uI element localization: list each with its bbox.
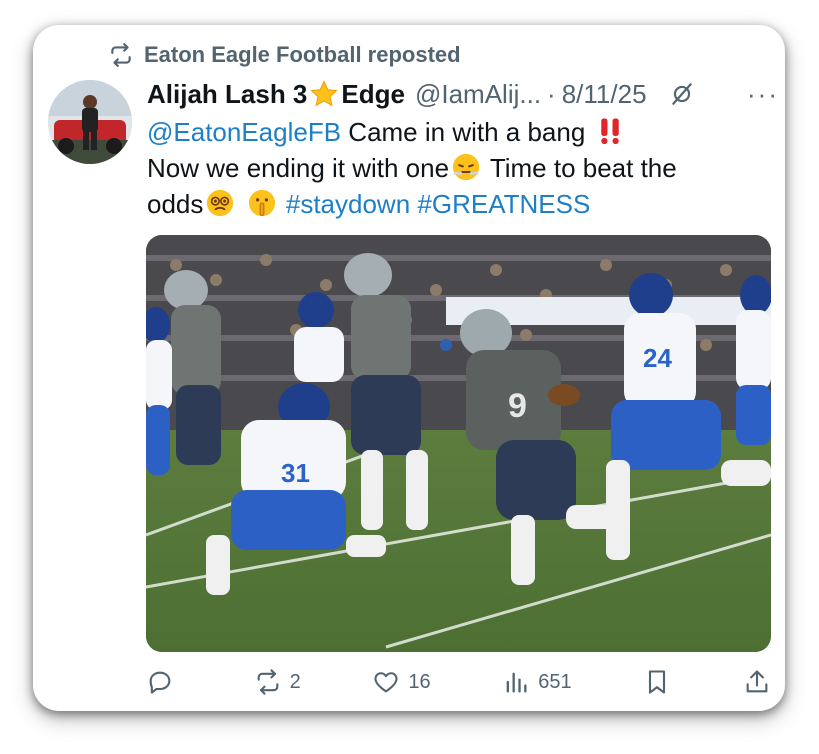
dizzy-face-emoji-icon [207,189,234,217]
author-name-suffix[interactable]: Edge [341,79,405,110]
tweet-text: @EatonEagleFB Came in with a bang Now we… [147,114,767,222]
shushing-face-emoji-icon [248,189,275,217]
avatar[interactable] [48,80,132,164]
heart-icon [374,672,398,693]
tweet-line-2-text: Now we ending it with one [147,153,450,183]
views-button[interactable]: 651 [502,668,572,696]
view-count: 651 [538,670,572,693]
share-icon [746,670,768,693]
repost-icon [111,43,131,67]
repost-count: 2 [289,670,301,693]
svg-text:31: 31 [281,458,310,488]
grok-icon[interactable] [669,81,695,107]
svg-text:24: 24 [643,343,672,373]
star-emoji-icon [310,80,339,107]
action-bar: 2 16 651 [146,662,771,702]
post-date[interactable]: 8/11/25 [562,79,647,110]
more-options-icon[interactable]: ··· [747,79,779,110]
reply-button[interactable] [146,668,182,696]
author-handle[interactable]: @IamAlij... [415,79,541,110]
steam-face-emoji-icon [452,153,480,181]
tweet-line-2-end: Time to beat the [483,153,677,183]
analytics-icon [506,672,527,693]
like-button[interactable]: 16 [372,668,431,696]
mention-link[interactable]: @EatonEagleFB [147,117,341,147]
hashtag-staydown[interactable]: #staydown [286,189,410,219]
like-count: 16 [408,670,431,693]
separator-dot: · [547,78,556,109]
repost-indicator: Eaton Eagle Football reposted [108,40,461,70]
bookmark-button[interactable] [643,668,671,696]
hashtag-greatness[interactable]: #GREATNESS [417,189,590,219]
repost-action-icon [257,669,279,695]
share-button[interactable] [743,668,771,696]
svg-text:9: 9 [508,387,527,425]
tweet-line-1-text: Came in with a bang [341,117,586,147]
tweet-line-2: Now we ending it with one Time to beat t… [147,150,767,186]
author-name[interactable]: Alijah Lash 3 [147,79,307,110]
double-exclamation-icon [600,118,619,145]
repost-button[interactable]: 2 [254,668,301,696]
tweet-line-3: odds #staydown #GREATNESS [147,186,767,222]
post-header: Alijah Lash 3 Edge @IamAlij... · 8/11/25… [147,76,779,112]
repost-label[interactable]: Eaton Eagle Football reposted [144,42,461,68]
post-image[interactable]: 9 31 24 [146,235,771,652]
reply-icon [149,671,171,694]
tweet-line-3-text: odds [147,189,204,219]
tweet-line-1: @EatonEagleFB Came in with a bang [147,114,767,150]
bookmark-icon [649,670,666,694]
